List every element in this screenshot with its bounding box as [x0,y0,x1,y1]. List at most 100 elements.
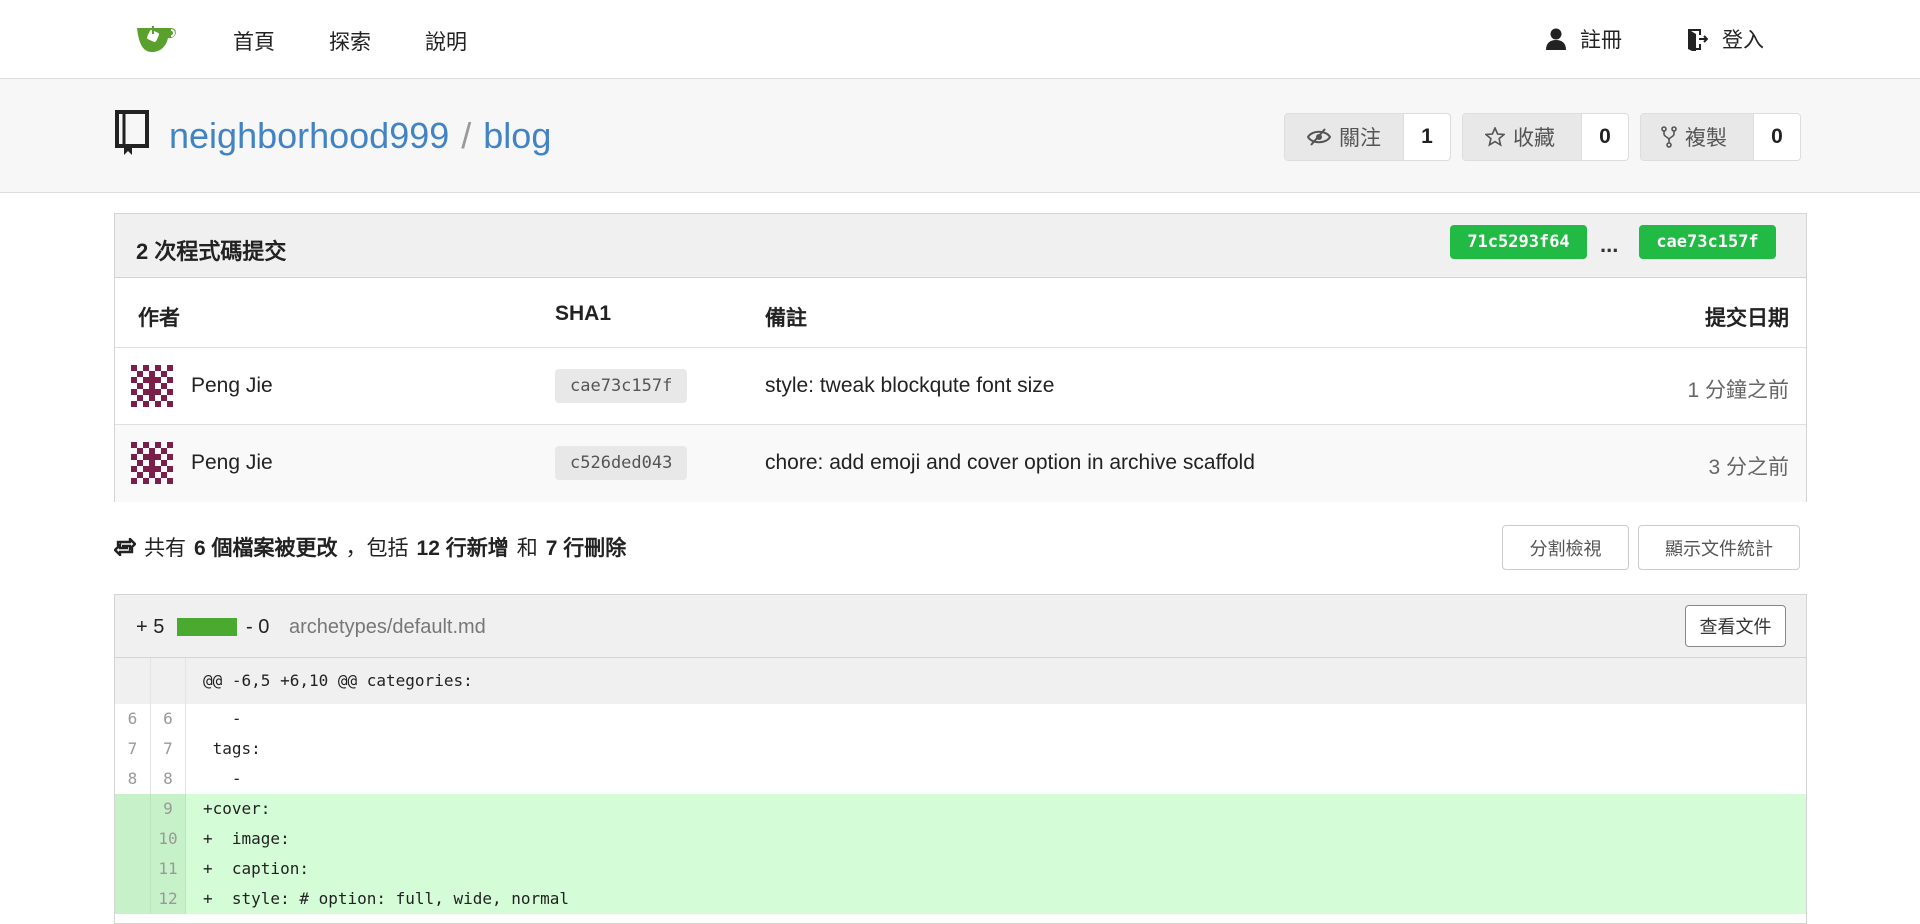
sign-in-icon [1688,29,1708,51]
line-code: + image: [203,829,290,848]
new-line-number[interactable]: 10 [151,824,186,854]
table-row: Peng Jie cae73c157f style: tweak blockqu… [115,348,1806,425]
commits-count-title: 2 次程式碼提交 [136,239,287,264]
file-diff-header: + 5 - 0 archetypes/default.md 查看文件 [115,595,1806,658]
commit-author[interactable]: Peng Jie [191,374,273,398]
col-date: 提交日期 [1705,307,1789,330]
fork-label: 複製 [1685,127,1727,150]
new-line-number[interactable]: 12 [151,884,186,914]
commit-message: chore: add emoji and cover option in arc… [765,451,1255,474]
register-link[interactable]: 註冊 [1546,24,1622,54]
nav-explore[interactable]: 探索 [329,26,371,56]
new-line-number[interactable]: 9 [151,794,186,824]
repo-name-link[interactable]: blog [483,115,551,156]
line-code: +cover: [203,799,271,818]
from-sha-button[interactable]: 71c5293f64 [1450,225,1587,259]
line-number-gutter [151,658,186,704]
new-line-number[interactable]: 6 [151,704,186,734]
watch-count[interactable]: 1 [1403,114,1450,160]
old-line-number [115,854,151,884]
view-file-button[interactable]: 查看文件 [1685,605,1786,647]
diff-line-added: 10 + image: [115,824,1806,854]
avatar[interactable] [131,442,173,484]
register-label: 註冊 [1580,29,1622,52]
login-link[interactable]: 登入 [1686,24,1764,54]
hunk-header-text: @@ -6,5 +6,10 @@ categories: [203,671,473,690]
watch-button-group[interactable]: 關注 1 [1284,113,1451,161]
show-file-stats-button[interactable]: 顯示文件統計 [1638,525,1800,570]
top-navbar: 首頁 探索 說明 註冊 登入 [0,0,1920,79]
user-icon [1546,28,1566,50]
stats-prefix: 共有 [144,537,186,560]
file-path: archetypes/default.md [289,616,486,638]
file-diff-panel: + 5 - 0 archetypes/default.md 查看文件 @@ -6… [114,594,1807,924]
stats-and: 和 [516,537,538,560]
star-button-group[interactable]: 收藏 0 [1462,113,1629,161]
repo-separator: / [461,115,472,156]
old-line-number [115,824,151,854]
commits-header: 2 次程式碼提交 71c5293f64 ... cae73c157f [115,214,1806,278]
star-count[interactable]: 0 [1581,114,1628,160]
fork-count[interactable]: 0 [1753,114,1800,160]
fork-button-group[interactable]: 複製 0 [1640,113,1801,161]
compare-dots: ... [1600,232,1619,257]
commits-table-header: 作者 SHA1 備註 提交日期 [115,278,1806,348]
old-line-number [115,794,151,824]
repo-owner-link[interactable]: neighborhood999 [169,115,449,156]
repo-title: neighborhood999 / blog [169,115,551,157]
new-line-number[interactable]: 7 [151,734,186,764]
star-button[interactable]: 收藏 [1463,114,1581,160]
diff-line: 8 8 - [115,764,1806,794]
avatar[interactable] [131,365,173,407]
file-deletions: - 0 [246,616,270,638]
old-line-number[interactable]: 8 [115,764,151,794]
to-sha-button[interactable]: cae73c157f [1639,225,1776,259]
split-view-button[interactable]: 分割檢視 [1502,525,1629,570]
new-line-number[interactable]: 11 [151,854,186,884]
line-number-gutter [115,658,151,704]
old-line-number[interactable]: 6 [115,704,151,734]
col-message: 備註 [765,307,807,330]
hunk-header: @@ -6,5 +6,10 @@ categories: [115,658,1806,704]
commit-date: 1 分鐘之前 [1687,379,1789,402]
watch-button[interactable]: 關注 [1285,114,1403,160]
line-code: tags: [203,739,261,758]
new-line-number[interactable]: 8 [151,764,186,794]
fork-button[interactable]: 複製 [1641,114,1753,160]
star-icon [1485,127,1505,147]
col-author: 作者 [138,307,180,330]
login-label: 登入 [1722,29,1764,52]
watch-label: 關注 [1339,127,1381,150]
repo-book-icon [115,110,149,155]
commits-panel: 2 次程式碼提交 71c5293f64 ... cae73c157f 作者 SH… [114,213,1807,502]
line-code: - [203,769,242,788]
table-row: Peng Jie c526ded043 chore: add emoji and… [115,425,1806,502]
commit-sha-button[interactable]: cae73c157f [555,369,688,403]
commit-sha-button[interactable]: c526ded043 [555,446,688,480]
diff-line: 7 7 tags: [115,734,1806,764]
commit-date: 3 分之前 [1708,456,1789,479]
stats-deletions: 7 行刪除 [545,537,627,560]
diff-line-added: 9 +cover: [115,794,1806,824]
repo-header: neighborhood999 / blog 關注 1 收藏 0 複製 0 [0,79,1920,193]
stats-files: 6 個檔案被更改 [194,537,338,560]
diff-line: 6 6 - [115,704,1806,734]
old-line-number[interactable]: 7 [115,734,151,764]
old-line-number [115,884,151,914]
line-code: - [203,709,242,728]
retweet-icon [114,538,136,556]
fork-icon [1661,126,1677,148]
stats-additions: 12 行新增 [416,537,509,560]
stats-comma: ，包括 [345,537,409,560]
commit-author[interactable]: Peng Jie [191,451,273,475]
diff-stats: 共有 6 個檔案被更改 ，包括 12 行新增 和 7 行刪除 [114,532,626,562]
col-sha: SHA1 [555,302,612,325]
star-label: 收藏 [1513,127,1555,150]
nav-home[interactable]: 首頁 [233,26,275,56]
gitea-logo-icon[interactable] [135,22,179,56]
file-additions: + 5 [136,616,165,638]
line-code: + style: # option: full, wide, normal [203,889,570,908]
diff-stat-bar [177,618,237,636]
line-code: + caption: [203,859,309,878]
nav-help[interactable]: 說明 [425,26,467,56]
